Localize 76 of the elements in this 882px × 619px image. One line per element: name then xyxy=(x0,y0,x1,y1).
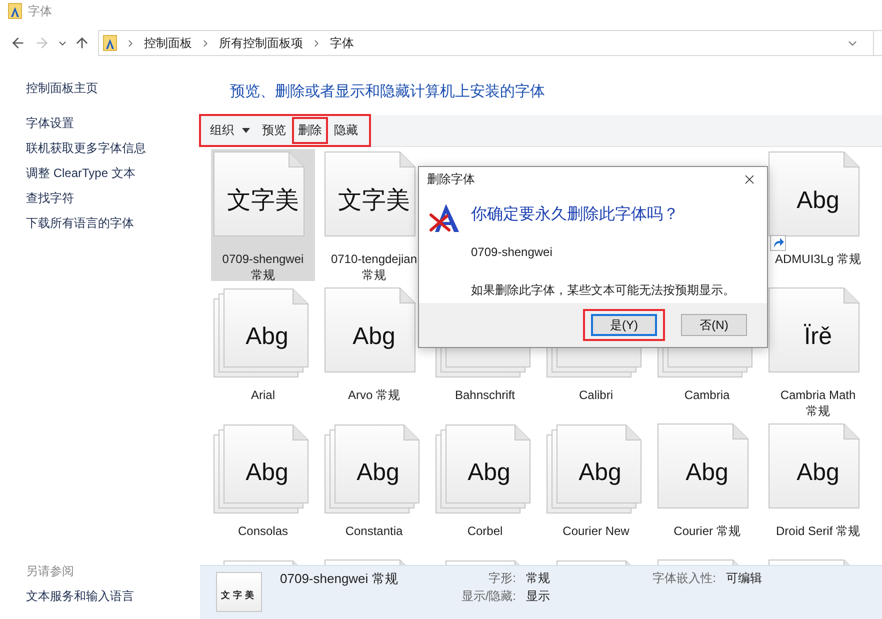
font-item[interactable]: Abg Constantia xyxy=(322,421,426,553)
font-sample: Abg xyxy=(246,459,288,487)
font-sample: Abg xyxy=(468,459,510,487)
dialog-question: 你确定要永久删除此字体吗？ xyxy=(471,204,680,225)
font-sample: Abg xyxy=(686,459,728,487)
font-item[interactable]: Abg ADMUI3Lg 常规 xyxy=(766,149,870,281)
font-item[interactable]: Ïrě Cambria Math 常规 xyxy=(766,285,870,417)
breadcrumb-item[interactable]: 所有控制面板项 xyxy=(219,34,303,52)
see-also-heading: 另请参阅 xyxy=(26,563,75,580)
font-sample: Ïrě xyxy=(804,323,832,351)
toolbar-button[interactable]: 隐藏 xyxy=(330,119,362,142)
font-thumbnail: 文字美 xyxy=(216,572,262,612)
sidebar-link[interactable]: 下载所有语言的字体 xyxy=(26,211,200,236)
breadcrumb-item[interactable]: 控制面板 xyxy=(144,34,192,52)
font-name: Cambria Math 常规 xyxy=(779,387,857,419)
font-title: 0709-shengwei 常规 xyxy=(280,570,399,588)
field-value: 显示 xyxy=(526,588,550,605)
font-name: ADMUI3Lg 常规 xyxy=(774,251,862,267)
field-value: 常规 xyxy=(526,570,550,587)
field-label: 字形: xyxy=(488,570,516,587)
field-label: 字体嵌入性: xyxy=(652,570,716,587)
address-bar[interactable]: 控制面板 所有控制面板项 字体 xyxy=(98,30,882,56)
font-name: Droid Serif 常规 xyxy=(774,523,862,539)
font-sample: Abg xyxy=(796,459,840,487)
font-sample: 文字美 xyxy=(338,187,410,215)
font-name: Calibri xyxy=(578,387,614,403)
font-sample: 文字美 xyxy=(227,187,299,215)
fonts-folder-icon xyxy=(103,35,117,51)
toolbar-button[interactable]: 预览 xyxy=(258,119,290,142)
font-name: Corbel xyxy=(466,523,504,539)
field-value: 可编辑 xyxy=(726,570,762,587)
font-name: Courier 常规 xyxy=(672,523,742,539)
font-name: Arvo 常规 xyxy=(346,387,401,403)
forward-arrow-icon xyxy=(34,35,50,51)
font-name: Courier New xyxy=(562,523,630,539)
font-item[interactable]: Abg Consolas xyxy=(211,421,315,553)
font-sample: Abg xyxy=(796,187,840,215)
font-name: Constantia xyxy=(344,523,404,539)
fonts-folder-icon xyxy=(8,3,22,19)
font-name: 0710-tengdejian 常规 xyxy=(330,251,418,283)
font-sample: Abg xyxy=(352,323,396,351)
sidebar-link[interactable]: 控制面板主页 xyxy=(26,76,200,101)
font-sample: Abg xyxy=(578,459,622,487)
font-name: 0709-shengwei 常规 xyxy=(221,251,305,283)
dialog-title: 删除字体 xyxy=(427,170,475,188)
font-sample: Abg xyxy=(356,459,400,487)
font-name: Cambria xyxy=(683,387,731,403)
sidebar-link[interactable]: 查找字符 xyxy=(26,186,200,211)
font-delete-icon xyxy=(429,203,461,233)
font-item[interactable]: Abg Courier 常规 xyxy=(655,421,759,553)
font-item[interactable]: Abg Arial xyxy=(211,285,315,417)
window-title: 字体 xyxy=(28,2,52,20)
font-name: Consolas xyxy=(236,523,290,539)
field-label: 显示/隐藏: xyxy=(460,588,516,605)
breadcrumb-item[interactable]: 字体 xyxy=(330,34,354,52)
font-name: 0709-shengwei xyxy=(471,245,554,262)
font-sample: Abg xyxy=(246,323,288,351)
dialog-button[interactable]: 否(N) xyxy=(681,314,747,336)
font-name: Arial xyxy=(250,387,276,403)
caret-icon xyxy=(242,128,250,133)
font-item[interactable]: Abg Courier New xyxy=(544,421,648,553)
font-item[interactable]: 文字美 0709-shengwei 常规 xyxy=(211,149,315,281)
font-item[interactable]: Abg Corbel xyxy=(433,421,537,553)
font-item[interactable]: Abg Droid Serif 常规 xyxy=(766,421,870,553)
toolbar-button[interactable]: 组织 xyxy=(206,119,254,142)
font-item[interactable]: Abg Arvo 常规 xyxy=(322,285,426,417)
sidebar-link[interactable]: 调整 ClearType 文本 xyxy=(26,161,200,186)
dialog-message: 如果删除此字体，某些文本可能无法按预期显示。 xyxy=(471,282,736,299)
sidebar-link[interactable]: 文本服务和输入语言 xyxy=(26,584,200,609)
font-item[interactable]: 文字美 0710-tengdejian 常规 xyxy=(322,149,426,281)
font-name: Bahnschrift xyxy=(454,387,516,403)
sidebar-link[interactable]: 字体设置 xyxy=(26,111,200,136)
sidebar-link[interactable]: 联机获取更多字体信息 xyxy=(26,136,200,161)
page-heading: 预览、删除或者显示和隐藏计算机上安装的字体 xyxy=(230,82,546,101)
toolbar-button[interactable]: 删除 xyxy=(294,119,326,142)
dialog-button[interactable]: 是(Y) xyxy=(591,314,657,336)
